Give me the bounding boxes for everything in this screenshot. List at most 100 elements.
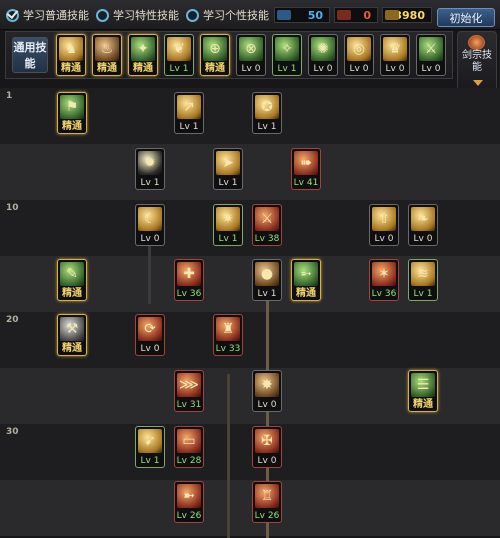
skill-slot[interactable]: ➵ 精通 (291, 259, 321, 301)
leap-figure-icon: ✪ (255, 95, 279, 119)
level-label-30: 30 (6, 427, 19, 437)
skill-slot[interactable]: ☾ Lv 0 (135, 204, 165, 246)
tp-points: 0 (334, 7, 378, 23)
common-skill-1[interactable]: ♞ 精通 (56, 34, 86, 76)
crosshair-icon: ⊗ (239, 37, 263, 61)
skill-slot[interactable]: ⋙ Lv 31 (174, 370, 204, 412)
skill-slot[interactable]: ➼ Lv 26 (174, 481, 204, 523)
common-skill-9[interactable]: ◎ Lv 0 (344, 34, 374, 76)
skill-slot[interactable]: ➠ Lv 41 (291, 148, 321, 190)
class-skill-label: 剑宗技能 (462, 50, 492, 73)
swirl-slash-icon: ✶ (372, 262, 396, 286)
skill-slot[interactable]: ☰ 精通 (408, 370, 438, 412)
running-figure-icon: ✦ (131, 37, 155, 61)
rise-arrow-icon: ⇧ (372, 207, 396, 231)
tab-learn-trait-skills[interactable]: 学习特性技能 (96, 6, 179, 24)
common-skill-11[interactable]: ⚔ Lv 0 (416, 34, 446, 76)
skill-slot[interactable]: ✶ Lv 36 (369, 259, 399, 301)
tab-learn-personal-skills[interactable]: 学习个性技能 (186, 6, 269, 24)
turret-icon: ♖ (255, 484, 279, 508)
skill-slot[interactable]: ✪ Lv 1 (252, 92, 282, 134)
sword-icon: ⚔ (255, 207, 279, 231)
dropdown-arrow-icon (473, 80, 483, 86)
sp-points-icon (277, 10, 291, 20)
bomb-icon: ● (255, 262, 279, 286)
class-emblem-icon (468, 35, 485, 50)
skill-slot[interactable]: ✸ Lv 0 (252, 370, 282, 412)
burst-icon: ✹ (138, 151, 162, 175)
level-label-20: 20 (6, 315, 19, 325)
armor-icon: ♜ (216, 317, 240, 341)
common-skill-7[interactable]: ✧ Lv 1 (272, 34, 302, 76)
common-skill-4[interactable]: ❦ Lv 1 (164, 34, 194, 76)
revolver-icon: ⚒ (60, 317, 84, 341)
dash-strike-icon: ➤ (216, 151, 240, 175)
skill-slot[interactable]: ⚑ 精通 (57, 92, 87, 134)
skill-slot[interactable]: ✎ 精通 (57, 259, 87, 301)
multi-slash-icon: ⋙ (177, 373, 201, 397)
wing-blade-icon: ❧ (411, 207, 435, 231)
common-skill-10[interactable]: ♛ Lv 0 (380, 34, 410, 76)
initialize-button[interactable]: 初始化 (437, 8, 495, 27)
strike-figure-icon: ✧ (275, 37, 299, 61)
sp-points: 50 (274, 7, 330, 23)
target-icon: ⊕ (203, 37, 227, 61)
radio-icon (186, 8, 199, 22)
cross-burst-icon: ✚ (177, 262, 201, 286)
spin-arrow-icon: ⟳ (138, 317, 162, 341)
common-skill-5[interactable]: ⊕ 精通 (200, 34, 230, 76)
thrust-icon: ➠ (294, 151, 318, 175)
skill-slot[interactable]: ✷ Lv 1 (213, 204, 243, 246)
common-skill-2[interactable]: ♨ 精通 (92, 34, 122, 76)
skill-slot[interactable]: ▭ Lv 28 (174, 426, 204, 468)
skill-slot[interactable]: ❧ Lv 0 (408, 204, 438, 246)
skill-slot[interactable]: ⇧ Lv 0 (369, 204, 399, 246)
skill-slot[interactable]: ⟳ Lv 0 (135, 314, 165, 356)
common-skill-3[interactable]: ✦ 精通 (128, 34, 158, 76)
level-label-10: 10 (6, 203, 19, 213)
flex-figure-icon: ♛ (383, 37, 407, 61)
gold-points-icon (385, 10, 399, 20)
wings-icon: ❦ (167, 37, 191, 61)
class-skill-selector[interactable]: 剑宗技能 (457, 31, 497, 91)
skill-slot[interactable]: ✠ Lv 0 (252, 426, 282, 468)
skill-slot[interactable]: ● Lv 1 (252, 259, 282, 301)
blade-mastery-icon: ✎ (60, 262, 84, 286)
explosion-cross-icon: ✠ (255, 429, 279, 453)
tp-points-value: 0 (363, 8, 371, 22)
sword-stance-icon: ⚔ (419, 37, 443, 61)
upward-slash-icon: ↗ (177, 95, 201, 119)
tab-label: 学习个性技能 (203, 9, 269, 22)
skill-slot[interactable]: ≋ Lv 1 (408, 259, 438, 301)
skill-slot[interactable]: ➤ Lv 1 (213, 148, 243, 190)
skill-slot[interactable]: ⚒ 精通 (57, 314, 87, 356)
common-skill-8[interactable]: ✺ Lv 0 (308, 34, 338, 76)
skill-slot[interactable]: ✚ Lv 36 (174, 259, 204, 301)
radio-checked-icon (6, 8, 19, 22)
figure-skill-icon: ⚑ (60, 95, 84, 119)
flame-figure-icon: ♨ (95, 37, 119, 61)
skill-slot[interactable]: ♜ Lv 33 (213, 314, 243, 356)
rocket-icon: ➼ (177, 484, 201, 508)
skill-slot[interactable]: ♖ Lv 26 (252, 481, 282, 523)
sp-points-value: 50 (307, 8, 323, 22)
tab-label: 学习特性技能 (113, 9, 179, 22)
skill-slot[interactable]: ⚔ Lv 38 (252, 204, 282, 246)
flame-wave-icon: ≋ (411, 262, 435, 286)
radio-icon (96, 8, 109, 22)
seated-figure-icon: ♞ (59, 37, 83, 61)
spiral-icon: ◎ (347, 37, 371, 61)
grenade-icon: ✸ (255, 373, 279, 397)
skill-slot[interactable]: ➹ Lv 1 (135, 426, 165, 468)
stack-upgrade-icon: ☰ (411, 373, 435, 397)
skill-tab-bar: 学习普通技能 学习特性技能 学习个性技能 50 0 3980 初始化 (0, 0, 500, 30)
level-label-1: 1 (6, 91, 13, 101)
common-skill-6[interactable]: ⊗ Lv 0 (236, 34, 266, 76)
tab-learn-normal-skills[interactable]: 学习普通技能 (6, 6, 89, 24)
flame-slash-icon: ✷ (216, 207, 240, 231)
tp-points-icon (337, 10, 351, 20)
common-skills-strip: 通用技能 ♞ 精通 ♨ 精通 ✦ 精通 ❦ Lv 1 ⊕ 精通 ⊗ Lv 0 ✧… (5, 31, 453, 79)
skill-slot[interactable]: ✹ Lv 1 (135, 148, 165, 190)
cannon-icon: ➹ (138, 429, 162, 453)
skill-slot[interactable]: ↗ Lv 1 (174, 92, 204, 134)
